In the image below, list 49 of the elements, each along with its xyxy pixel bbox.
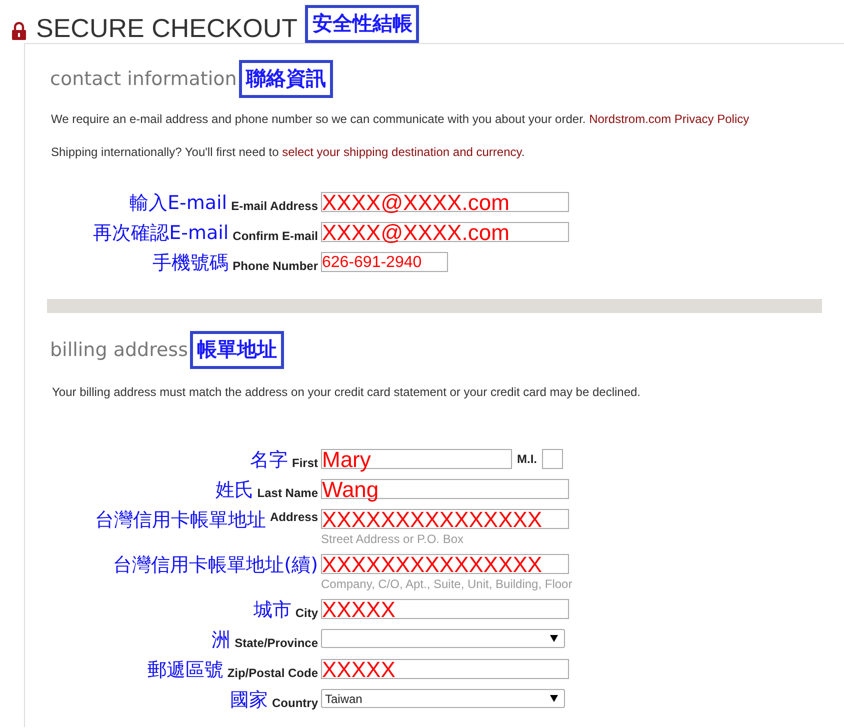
input-field[interactable]: 626-691-2940: [321, 252, 448, 272]
field-label: M.I.: [517, 451, 537, 467]
annotation-label: 台灣信用卡帳單地址: [94, 509, 266, 531]
annotation-label: 輸入E-mail: [130, 192, 228, 214]
annotation-box: 聯絡資訊: [238, 60, 333, 98]
annotation-label: 台灣信用卡帳單地址(續): [113, 554, 318, 576]
caret-icon: [550, 635, 558, 642]
input-field[interactable]: XXXX@XXXX.com: [321, 222, 569, 242]
annotation-label: 名字: [250, 449, 288, 471]
dropdown-value: Taiwan: [325, 690, 362, 708]
field-label: Confirm E-mail: [232, 228, 318, 244]
input-field[interactable]: XXXXX: [321, 659, 569, 679]
annotation-label: 國家: [230, 689, 268, 711]
annotation-label: 城市: [253, 599, 292, 621]
input-field[interactable]: XXXXX: [321, 599, 569, 619]
field-label: City: [295, 605, 318, 621]
field-label: Country: [272, 695, 318, 711]
notice-text: Your billing address must match the address on your credit card statement or your credit card may be declined.: [52, 385, 642, 399]
section-heading: contact information: [50, 68, 237, 90]
annotation-box: 帳單地址: [190, 331, 284, 369]
annotation-label: 手機號碼: [152, 252, 229, 274]
text-link[interactable]: Nordstrom.com Privacy Policy: [589, 112, 750, 126]
field-label: Phone Number: [232, 258, 318, 274]
notice-text: Shipping internationally? You'll first need to select your shipping destination and currency.: [51, 145, 526, 159]
caret-icon: [550, 695, 558, 702]
section-heading: billing address: [50, 339, 188, 361]
field-label: Last Name: [257, 485, 318, 501]
dropdown[interactable]: [321, 629, 565, 648]
field-label: E-mail Address: [231, 198, 318, 214]
annotation-label: 再次確認E-mail: [93, 222, 229, 244]
annotation-box: 安全性結帳: [305, 5, 420, 43]
input-field[interactable]: XXXXXXXXXXXXXXX: [321, 509, 569, 529]
dropdown[interactable]: Taiwan: [321, 689, 565, 708]
input-field[interactable]: XXXX@XXXX.com: [321, 192, 569, 212]
notice-text: We require an e-mail address and phone number so we can communicate with you about your order. Nordstrom.com Privacy Policy: [51, 112, 750, 126]
annotation-label: 姓氏: [215, 479, 254, 501]
lock-icon: [12, 22, 26, 40]
annotation-label: 郵遞區號: [147, 659, 224, 681]
annotation-label: 洲: [212, 629, 231, 651]
input-field[interactable]: [542, 449, 563, 469]
field-label: Zip/Postal Code: [227, 665, 318, 681]
field-label: First: [292, 455, 318, 471]
hint-text: Street Address or P.O. Box: [321, 532, 465, 546]
field-label: Address: [270, 509, 318, 525]
field-label: State/Province: [234, 635, 318, 651]
page-title: SECURE CHECKOUT: [36, 13, 298, 43]
hint-text: Company, C/O, Apt., Suite, Unit, Building, Floor: [321, 577, 572, 591]
input-field[interactable]: XXXXXXXXXXXXXXX: [321, 554, 569, 574]
text-link[interactable]: select your shipping destination and currency: [282, 145, 522, 159]
